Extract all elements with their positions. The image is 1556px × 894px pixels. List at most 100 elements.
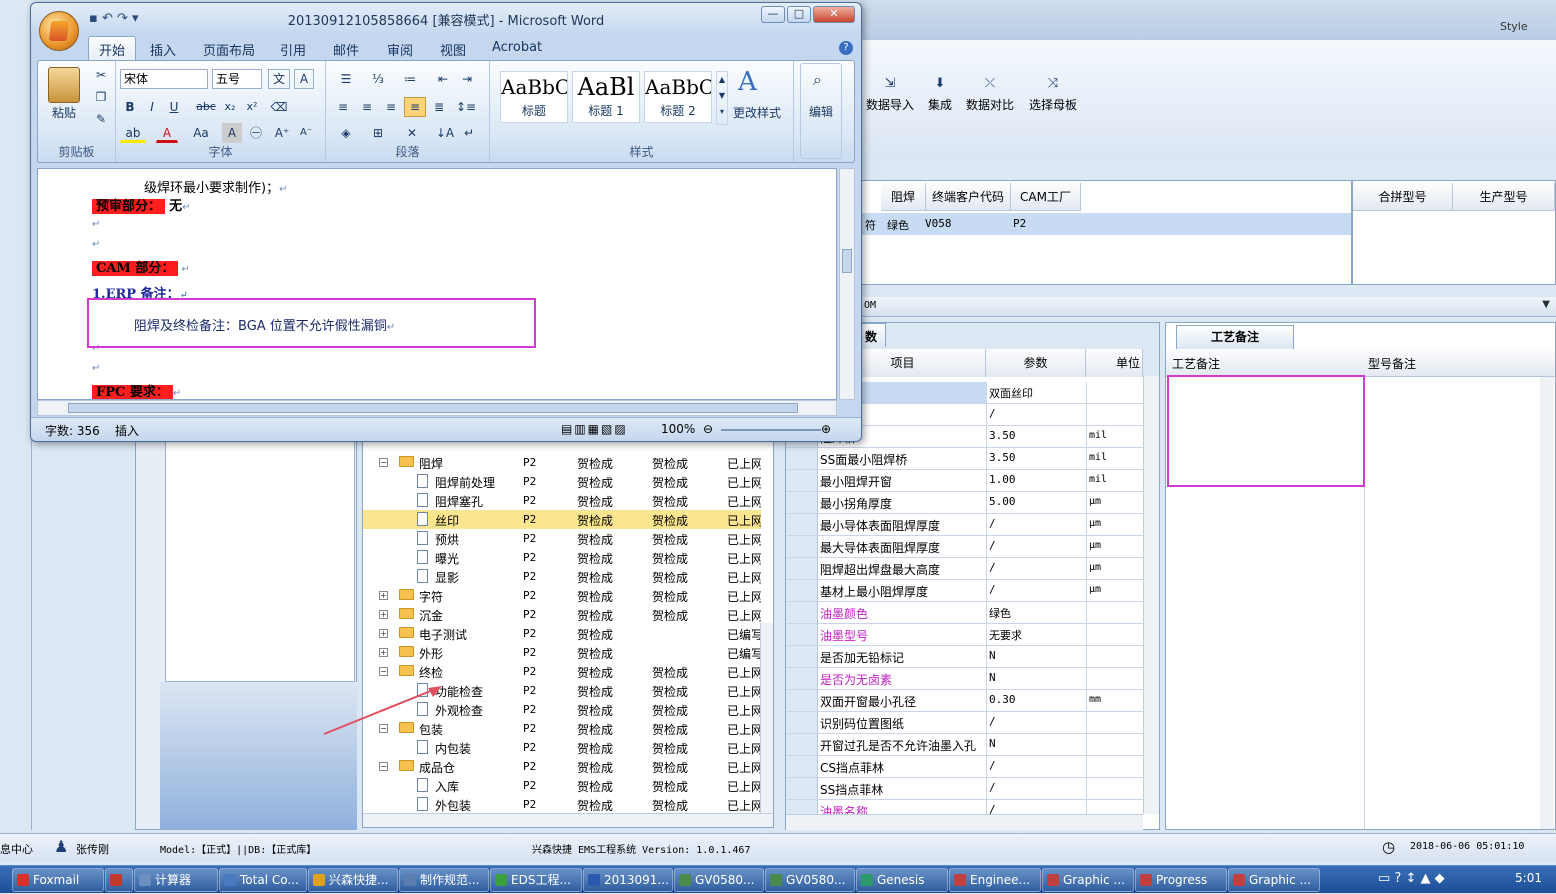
tree-row[interactable]: − 成品仓 P2 贺检成 贺检成 已上网 bbox=[363, 757, 761, 776]
taskbar-item[interactable]: 2013091... bbox=[583, 868, 673, 892]
align-center-icon[interactable]: ≡ bbox=[356, 97, 378, 117]
expand-toggle[interactable]: + bbox=[379, 648, 388, 657]
tab-view[interactable]: 视图 bbox=[440, 40, 466, 59]
tree-row[interactable]: 曝光 P2 贺检成 贺检成 已上网 bbox=[363, 548, 761, 567]
close-button[interactable]: ✕ bbox=[813, 6, 855, 23]
multilevel-list-icon[interactable]: ≔ bbox=[396, 69, 424, 89]
copy-icon[interactable]: ❐ bbox=[92, 87, 110, 107]
bullets-icon[interactable]: ☰ bbox=[332, 69, 360, 89]
vertical-scrollbar[interactable] bbox=[839, 168, 855, 400]
style-heading-1[interactable]: AaBl 标题 1 bbox=[572, 71, 640, 123]
param-row[interactable]: 最小拐角厚度 5.00 μm bbox=[786, 492, 1143, 514]
tree-row[interactable]: − 阻焊 P2 贺检成 贺检成 已上网 bbox=[363, 453, 761, 472]
char-shading-icon[interactable]: A bbox=[222, 123, 242, 143]
align-right-icon[interactable]: ≡ bbox=[380, 97, 402, 117]
expand-toggle[interactable]: + bbox=[379, 591, 388, 600]
tree-row[interactable]: + 字符 P2 贺检成 贺检成 已上网 bbox=[363, 586, 761, 605]
word-count[interactable]: 字数: 356 bbox=[45, 422, 100, 439]
styles-scroll[interactable]: ▲ ▼ ▾ bbox=[716, 71, 728, 125]
numbering-icon[interactable]: ⅓ bbox=[364, 69, 392, 89]
param-value[interactable]: 0.30 bbox=[986, 690, 1086, 711]
tree-row[interactable]: 预烘 P2 贺检成 贺检成 已上网 bbox=[363, 529, 761, 548]
tab-home[interactable]: 开始 bbox=[88, 36, 137, 60]
left-list[interactable] bbox=[165, 440, 355, 682]
param-value[interactable]: 5.00 bbox=[986, 492, 1086, 513]
col-header-model-notes[interactable]: 型号备注 bbox=[1368, 355, 1416, 372]
distributed-icon[interactable]: ≣ bbox=[428, 97, 450, 117]
align-left-icon[interactable]: ≡ bbox=[332, 97, 354, 117]
grow-font-icon[interactable]: A⁺ bbox=[272, 123, 292, 143]
font-size-select[interactable]: 五号 bbox=[212, 69, 262, 89]
strikethrough-button[interactable]: abc bbox=[194, 97, 218, 117]
param-value[interactable]: 双面丝印 bbox=[986, 382, 1086, 403]
param-row[interactable]: 最小阻焊开窗 1.00 mil bbox=[786, 470, 1143, 492]
tab-page-layout[interactable]: 页面布局 bbox=[203, 40, 255, 59]
zoom-slider[interactable] bbox=[721, 429, 821, 431]
param-value[interactable]: 无要求 bbox=[986, 624, 1086, 645]
expand-toggle[interactable]: + bbox=[379, 610, 388, 619]
tree-row[interactable]: 内包装 P2 贺检成 贺检成 已上网 bbox=[363, 738, 761, 757]
param-row[interactable]: 油墨颜色 绿色 bbox=[786, 602, 1143, 624]
param-row[interactable]: 是否加无铅标记 N bbox=[786, 646, 1143, 668]
line-spacing-icon[interactable]: ↕≡ bbox=[452, 97, 480, 117]
col-header-value[interactable]: 参数 bbox=[986, 349, 1086, 377]
horizontal-scrollbar[interactable] bbox=[786, 814, 1143, 830]
clear-format-icon[interactable]: ⌫ bbox=[268, 97, 290, 117]
minimize-button[interactable]: — bbox=[761, 6, 785, 23]
decrease-indent-icon[interactable]: ⇤ bbox=[432, 69, 454, 89]
table-row[interactable]: 符 绿色 V058 P2 bbox=[861, 213, 1351, 235]
shrink-font-icon[interactable]: A⁻ bbox=[296, 123, 316, 143]
param-row[interactable]: 识别码位置图纸 / bbox=[786, 712, 1143, 734]
param-value[interactable]: / bbox=[986, 514, 1086, 535]
col-header-cam-factory[interactable]: CAM工厂 bbox=[1011, 183, 1081, 211]
vertical-scrollbar[interactable] bbox=[760, 623, 773, 813]
chevron-down-icon[interactable]: ▼ bbox=[1542, 299, 1550, 310]
param-value[interactable]: / bbox=[986, 756, 1086, 777]
scroll-thumb[interactable] bbox=[68, 403, 798, 413]
increase-indent-icon[interactable]: ⇥ bbox=[456, 69, 478, 89]
param-value[interactable]: N bbox=[986, 646, 1086, 667]
param-value[interactable]: 3.50 bbox=[986, 448, 1086, 469]
tree-row[interactable]: 外包装 P2 贺检成 贺检成 已上网 bbox=[363, 795, 761, 814]
char-border-icon[interactable]: A bbox=[294, 69, 314, 89]
expand-toggle[interactable]: − bbox=[379, 762, 388, 771]
style-heading-2[interactable]: AaBbC 标题 2 bbox=[644, 71, 712, 123]
taskbar-item[interactable]: Foxmail bbox=[12, 868, 104, 892]
col-header-merged-model[interactable]: 合拼型号 bbox=[1353, 183, 1453, 211]
tree-row[interactable]: 显影 P2 贺检成 贺检成 已上网 bbox=[363, 567, 761, 586]
tree-row[interactable]: 阻焊前处理 P2 贺检成 贺检成 已上网 bbox=[363, 472, 761, 491]
underline-button[interactable]: U bbox=[164, 97, 184, 117]
taskbar-item[interactable]: 兴森快捷... bbox=[308, 868, 398, 892]
tray-icons[interactable]: ▭ ? ↕ ▲ ◆ bbox=[1378, 871, 1445, 886]
change-styles-button[interactable]: 更改样式 bbox=[730, 103, 784, 123]
office-button[interactable] bbox=[39, 11, 79, 51]
insert-mode[interactable]: 插入 bbox=[115, 422, 139, 439]
justify-icon[interactable]: ≡ bbox=[404, 97, 426, 117]
show-marks-icon[interactable]: ↵ bbox=[458, 123, 480, 143]
col-header-solder[interactable]: 阻焊 bbox=[881, 183, 926, 211]
param-value[interactable]: N bbox=[986, 734, 1086, 755]
expand-toggle[interactable]: − bbox=[379, 458, 388, 467]
taskbar-clock[interactable]: 5:01 bbox=[1515, 871, 1542, 885]
zoom-out-icon[interactable]: ⊖ bbox=[703, 422, 713, 436]
param-value[interactable]: / bbox=[986, 580, 1086, 601]
taskbar-item[interactable]: Total Co... bbox=[219, 868, 307, 892]
tab-mailings[interactable]: 邮件 bbox=[333, 40, 359, 59]
col-header-production-model[interactable]: 生产型号 bbox=[1453, 183, 1555, 211]
font-name-select[interactable]: 宋体 bbox=[120, 69, 208, 89]
paste-button[interactable]: 粘贴 bbox=[44, 103, 84, 123]
taskbar-item[interactable]: EDS工程... bbox=[490, 868, 582, 892]
tree-row[interactable]: 丝印 P2 贺检成 贺检成 已上网 bbox=[363, 510, 761, 529]
param-row[interactable]: 阻焊超出焊盘最大高度 / μm bbox=[786, 558, 1143, 580]
style-label[interactable]: Style bbox=[1500, 20, 1528, 33]
tab-references[interactable]: 引用 bbox=[280, 40, 306, 59]
font-color-icon[interactable]: A bbox=[156, 123, 178, 143]
tab-process-notes[interactable]: 工艺备注 bbox=[1176, 325, 1294, 349]
asian-layout-icon[interactable]: ✕ bbox=[398, 123, 426, 143]
tree-row[interactable]: − 终检 P2 贺检成 贺检成 已上网 bbox=[363, 662, 761, 681]
tab-review[interactable]: 审阅 bbox=[387, 40, 413, 59]
taskbar-item[interactable]: Graphic ... bbox=[1228, 868, 1320, 892]
param-row[interactable]: 基材上最小阻焊厚度 / μm bbox=[786, 580, 1143, 602]
editing-button[interactable]: 编辑 bbox=[803, 102, 839, 122]
tree-row[interactable]: + 沉金 P2 贺检成 贺检成 已上网 bbox=[363, 605, 761, 624]
